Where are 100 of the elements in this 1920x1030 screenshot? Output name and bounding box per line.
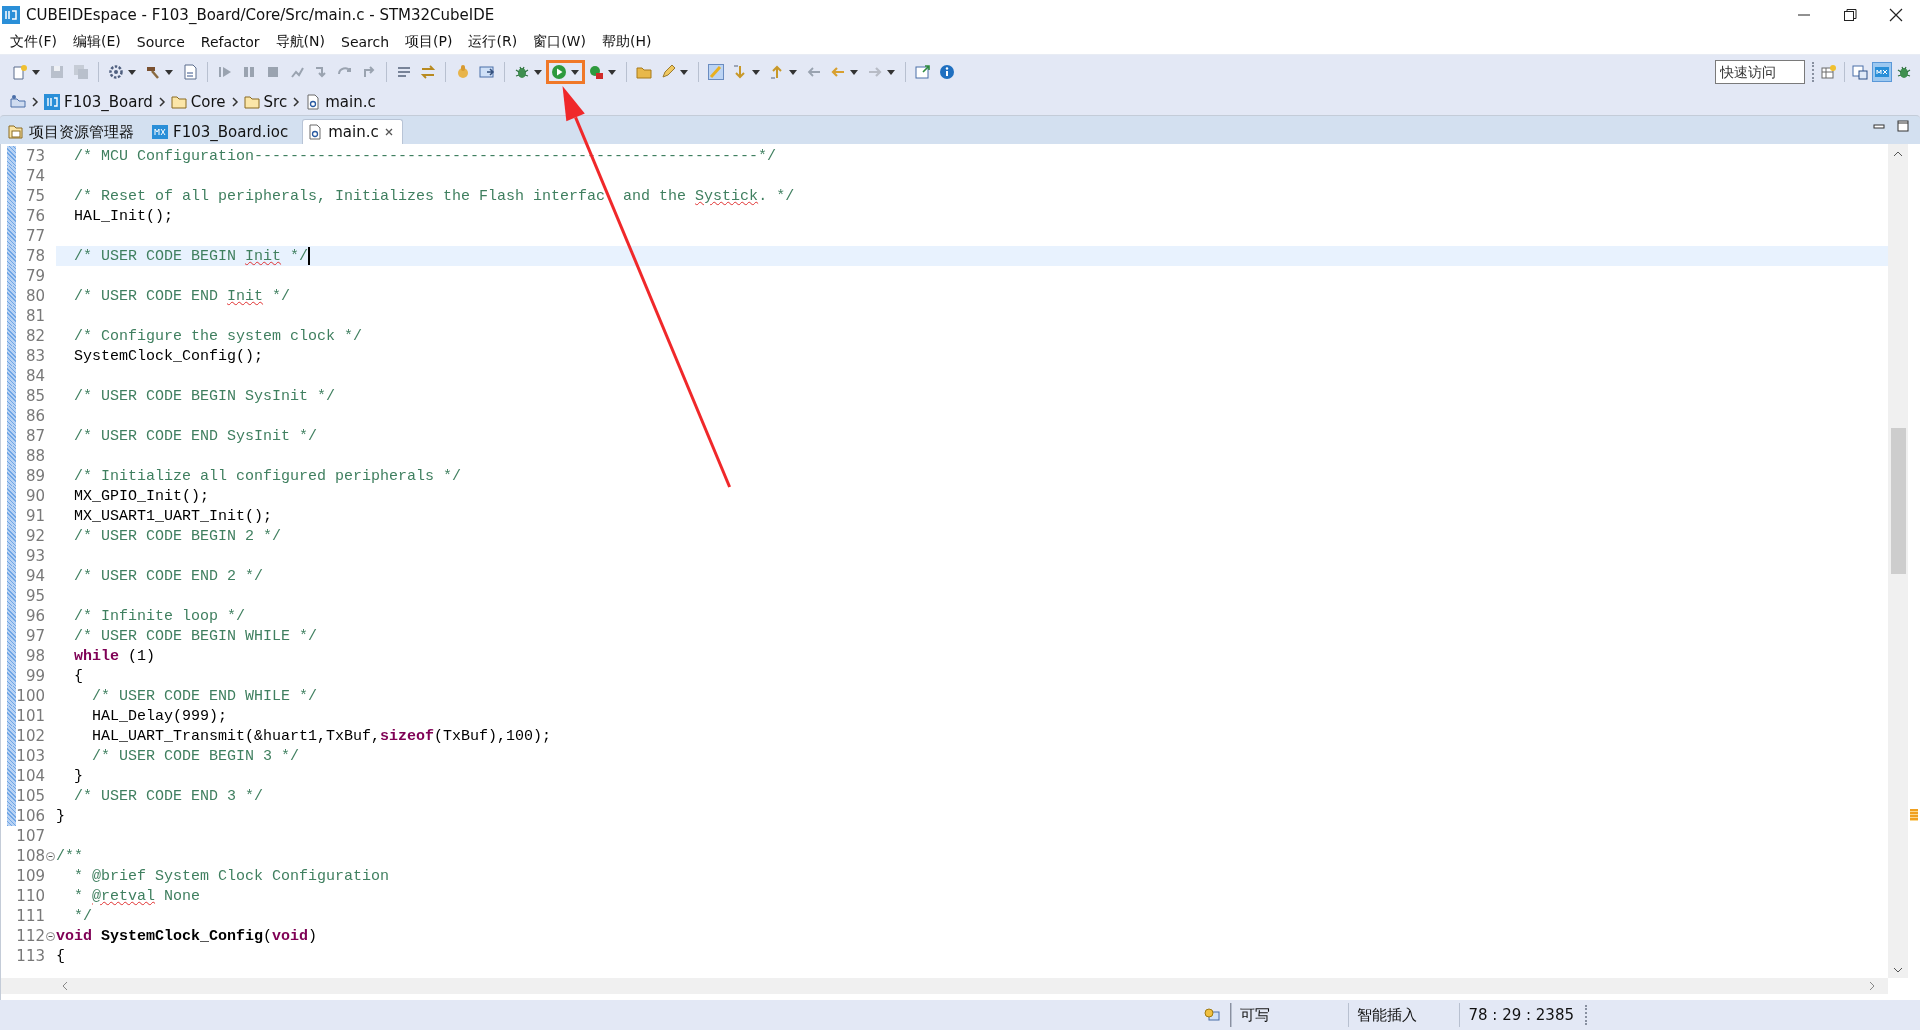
- menu-item[interactable]: 帮助(H): [593, 33, 660, 51]
- binary-file-icon[interactable]: [182, 64, 198, 80]
- code-line: while (1): [73, 647, 156, 665]
- line-number: 93: [24, 547, 45, 565]
- line-number: 104: [16, 767, 45, 785]
- editor-tab[interactable]: main.c: [302, 119, 403, 144]
- scroll-up-icon[interactable]: [1893, 150, 1903, 158]
- collapse-icon[interactable]: [46, 851, 55, 861]
- folder-icon: [243, 94, 260, 110]
- run-icon[interactable]: [551, 64, 567, 80]
- line-number: 105: [16, 787, 45, 805]
- hierarchy-icon[interactable]: [10, 94, 26, 110]
- caret-icon[interactable]: [849, 67, 859, 77]
- caret-icon[interactable]: [886, 67, 896, 77]
- menu-item[interactable]: 窗口(W): [525, 33, 594, 51]
- status-text: 智能插入: [1348, 1003, 1460, 1027]
- cube-perspective-icon[interactable]: [1872, 62, 1892, 82]
- scrollbar-thumb[interactable]: [1890, 428, 1906, 574]
- caret-icon[interactable]: [679, 67, 689, 77]
- step-into-icon[interactable]: [313, 64, 329, 80]
- code-line: /* USER CODE BEGIN SysInit */: [73, 387, 336, 405]
- overview-marker[interactable]: [1910, 809, 1918, 821]
- scroll-right-icon[interactable]: [1868, 981, 1876, 991]
- breadcrumb-item[interactable]: Src: [263, 93, 288, 111]
- close-icon[interactable]: [1888, 7, 1904, 23]
- line-number: 74: [24, 167, 45, 185]
- hand-icon[interactable]: [455, 64, 471, 80]
- code-line: * @brief System Clock Configuration: [73, 867, 390, 885]
- info-icon[interactable]: [939, 64, 955, 80]
- line-number: 100: [16, 687, 45, 705]
- code-line: void SystemClock_Config(void): [56, 927, 318, 945]
- bug-icon[interactable]: [1896, 64, 1912, 80]
- menu-item[interactable]: 导航(N): [267, 33, 333, 51]
- editor-tab[interactable]: F103_Board.ioc: [148, 120, 303, 144]
- caret-icon[interactable]: [570, 67, 580, 77]
- menu-item[interactable]: 项目(P): [397, 33, 461, 51]
- menu-item[interactable]: Search: [333, 34, 398, 50]
- caret-icon[interactable]: [607, 67, 617, 77]
- perspective-icon[interactable]: [1852, 64, 1868, 80]
- monitor-icon[interactable]: [1204, 1007, 1221, 1023]
- line-number: 106: [16, 807, 45, 825]
- code-line: */: [73, 907, 92, 925]
- window-icon[interactable]: [479, 64, 495, 80]
- menu-item[interactable]: 编辑(E): [65, 33, 129, 51]
- line-number: 99: [24, 667, 45, 685]
- line-number: 94: [24, 567, 45, 585]
- maximize-icon[interactable]: [1896, 119, 1910, 133]
- caret-icon[interactable]: [164, 67, 174, 77]
- text-cursor: [308, 247, 311, 265]
- menu-item[interactable]: Source: [128, 34, 193, 50]
- pause-icon[interactable]: [241, 64, 257, 80]
- breadcrumb-item[interactable]: main.c: [325, 93, 376, 111]
- line-number: 110: [16, 887, 45, 905]
- close-icon[interactable]: [383, 127, 394, 137]
- resume-icon[interactable]: [217, 64, 233, 80]
- highlighter-icon[interactable]: [708, 64, 724, 80]
- caret-icon[interactable]: [788, 67, 798, 77]
- quick-access-field[interactable]: 快速访问: [1715, 60, 1805, 84]
- menu-item[interactable]: 文件(F): [2, 33, 65, 51]
- code-line: /* USER CODE BEGIN 3 */: [91, 747, 300, 765]
- bug-icon[interactable]: [514, 64, 530, 80]
- line-number: 89: [24, 467, 45, 485]
- scroll-down-icon[interactable]: [1893, 966, 1903, 974]
- caret-icon[interactable]: [533, 67, 543, 77]
- editor-tab[interactable]: 项目资源管理器: [4, 120, 148, 144]
- caret-icon[interactable]: [127, 67, 137, 77]
- breadcrumb-item[interactable]: F103_Board: [64, 93, 153, 111]
- code-line: }: [56, 807, 65, 825]
- caret-icon[interactable]: [751, 67, 761, 77]
- code-line: HAL_Delay(999);: [91, 707, 228, 725]
- code-line: /* USER CODE BEGIN WHILE */: [73, 627, 318, 645]
- step-return-icon[interactable]: [361, 64, 377, 80]
- code-line: /* Initialize all configured peripherals */: [73, 467, 462, 485]
- export-icon[interactable]: [915, 64, 931, 80]
- collapse-icon[interactable]: [46, 931, 55, 941]
- menu-item[interactable]: Refactor: [192, 34, 268, 50]
- restore-icon[interactable]: [1842, 7, 1858, 23]
- horizontal-scrollbar[interactable]: [1, 978, 1888, 994]
- list-icon[interactable]: [396, 64, 412, 80]
- code-line: /* Reset of all peripherals, Initializes the Flash interfac and the Systick. */: [73, 187, 795, 205]
- code-line: MX_GPIO_Init();: [73, 487, 210, 505]
- caret-icon[interactable]: [31, 67, 41, 77]
- line-number: 80: [24, 287, 45, 305]
- line-number: 82: [24, 327, 45, 345]
- menu-item[interactable]: 运行(R): [460, 33, 526, 51]
- breadcrumb-item[interactable]: Core: [190, 93, 226, 111]
- swap-icon[interactable]: [420, 64, 436, 80]
- code-line: /* Infinite loop */: [73, 607, 246, 625]
- code-line: /* USER CODE BEGIN 2 */: [73, 527, 282, 545]
- stop-icon[interactable]: [265, 64, 281, 80]
- code-line: }: [73, 767, 83, 785]
- line-number: 107: [16, 827, 45, 845]
- folder-icon[interactable]: [636, 64, 652, 80]
- open-perspective-icon[interactable]: [1821, 64, 1837, 80]
- gear-icon[interactable]: [108, 64, 124, 80]
- line-number: 111: [16, 907, 45, 925]
- hammer-icon[interactable]: [145, 64, 161, 80]
- scroll-left-icon[interactable]: [61, 981, 69, 991]
- code-line: * @retval None: [73, 887, 201, 905]
- tool-icon[interactable]: [588, 64, 604, 80]
